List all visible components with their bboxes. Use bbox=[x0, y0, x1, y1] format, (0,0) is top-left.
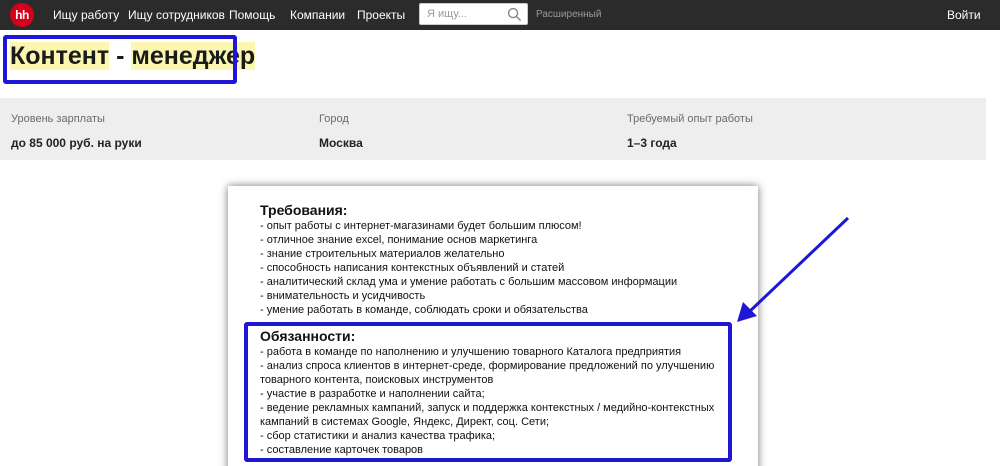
salary-block: Уровень зарплаты до 85 000 руб. на руки bbox=[11, 113, 142, 150]
advanced-search-link[interactable]: Расширенный bbox=[536, 9, 601, 20]
duties-annotation-frame bbox=[244, 322, 732, 462]
search-icon[interactable] bbox=[507, 7, 522, 22]
requirement-item: - аналитический склад ума и умение работ… bbox=[260, 276, 678, 288]
title-annotation-frame bbox=[3, 35, 237, 84]
requirement-item: - умение работать в команде, соблюдать с… bbox=[260, 304, 588, 316]
city-label: Город bbox=[319, 113, 349, 125]
nav-find-employees[interactable]: Ищу сотрудников bbox=[128, 8, 225, 22]
vacancy-info-band: Уровень зарплаты до 85 000 руб. на руки … bbox=[0, 98, 986, 160]
city-block: Город Москва bbox=[319, 113, 363, 150]
city-value: Москва bbox=[319, 136, 363, 150]
requirement-item: - отличное знание excel, понимание основ… bbox=[260, 234, 538, 246]
search-input[interactable] bbox=[420, 4, 504, 24]
requirement-item: - способность написания контекстных объя… bbox=[260, 262, 565, 274]
nav-help[interactable]: Помощь bbox=[229, 8, 275, 22]
requirements-title: Требования: bbox=[260, 202, 348, 218]
requirement-item: - опыт работы с интернет-магазинами буде… bbox=[260, 220, 582, 232]
nav-find-job[interactable]: Ищу работу bbox=[53, 8, 119, 22]
salary-value: до 85 000 руб. на руки bbox=[11, 136, 142, 150]
requirements-list: - опыт работы с интернет-магазинами буде… bbox=[260, 219, 677, 317]
experience-value: 1–3 года bbox=[627, 136, 677, 150]
nav-projects[interactable]: Проекты bbox=[357, 8, 405, 22]
requirement-item: - знание строительных материалов желател… bbox=[260, 248, 505, 260]
top-navigation-bar: hh Ищу работу Ищу сотрудников Помощь Ком… bbox=[0, 0, 1000, 30]
experience-block: Требуемый опыт работы 1–3 года bbox=[627, 113, 753, 150]
login-link[interactable]: Войти bbox=[947, 8, 981, 22]
salary-label: Уровень зарплаты bbox=[11, 113, 105, 125]
requirement-item: - внимательность и усидчивость bbox=[260, 290, 426, 302]
hh-logo[interactable]: hh bbox=[10, 3, 34, 27]
experience-label: Требуемый опыт работы bbox=[627, 113, 753, 125]
nav-companies[interactable]: Компании bbox=[290, 8, 345, 22]
search-box bbox=[419, 3, 528, 25]
